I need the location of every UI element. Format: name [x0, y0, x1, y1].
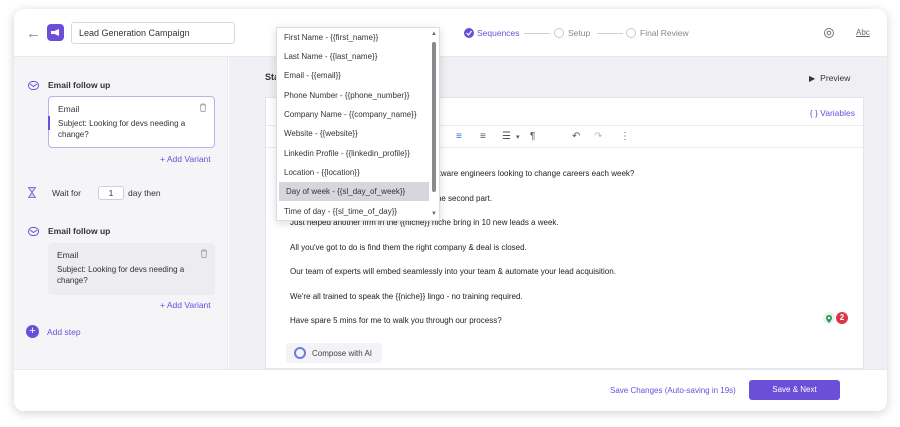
- compose-label: Compose with AI: [312, 349, 373, 358]
- variables-button[interactable]: { } Variables: [810, 108, 855, 118]
- app-window: ← Lead Generation Campaign Sequences Set…: [14, 9, 887, 411]
- dropdown-option[interactable]: Location - {{location}}: [277, 163, 429, 182]
- dropdown-option[interactable]: Linkedin Profile - {{linkedin_profile}}: [277, 144, 429, 163]
- step-setup[interactable]: Setup: [568, 28, 590, 38]
- step-divider: [524, 33, 550, 34]
- email-type-label: Email: [57, 250, 79, 260]
- dropdown-option[interactable]: Email - {{email}}: [277, 66, 429, 85]
- grammar-check-icon[interactable]: [823, 312, 835, 324]
- align-center-icon[interactable]: ≡: [480, 131, 486, 142]
- more-icon[interactable]: ⋮: [620, 131, 630, 142]
- align-left-icon[interactable]: ≡: [456, 131, 462, 142]
- active-indicator: [48, 116, 50, 130]
- step-title: Email follow up: [48, 80, 111, 90]
- add-step-label: Add step: [47, 327, 81, 337]
- body-line: All you've got to do is find them the ri…: [290, 243, 527, 252]
- dropdown-option[interactable]: First Name - {{first_name}}: [277, 28, 429, 47]
- dropdown-option[interactable]: Last Name - {{last_name}}: [277, 47, 429, 66]
- dropdown-scrollbar[interactable]: [432, 42, 436, 192]
- paragraph-icon[interactable]: ¶: [530, 131, 535, 142]
- compose-with-ai-button[interactable]: Compose with AI: [286, 343, 382, 363]
- email-step-icon: [28, 81, 39, 90]
- gear-icon[interactable]: [823, 26, 835, 44]
- step-final-review-icon: [626, 28, 636, 38]
- trash-icon[interactable]: [199, 103, 207, 114]
- top-bar: ← Lead Generation Campaign Sequences Set…: [14, 9, 887, 57]
- body-line: We're all trained to speak the {{niche}}…: [290, 292, 523, 301]
- dropdown-option[interactable]: Company Name - {{company_name}}: [277, 105, 429, 124]
- dropdown-option[interactable]: Time of day - {{sl_time_of_day}}: [277, 202, 429, 220]
- dropdown-option[interactable]: Website - {{website}}: [277, 124, 429, 143]
- email-subject: Subject: Looking for devs needing a chan…: [58, 119, 186, 139]
- step-done-icon: [464, 28, 474, 38]
- step-title: Email follow up: [48, 226, 111, 236]
- dropdown-option-selected[interactable]: Day of week - {{sl_day_of_week}}: [279, 182, 429, 201]
- trash-icon[interactable]: [200, 249, 208, 260]
- email-type-label: Email: [58, 104, 80, 114]
- wait-suffix: day then: [128, 188, 161, 198]
- step-final-review[interactable]: Final Review: [640, 28, 689, 38]
- chevron-down-icon[interactable]: ▾: [516, 133, 520, 141]
- hourglass-icon: [28, 187, 36, 198]
- step-sequences[interactable]: Sequences: [477, 28, 520, 38]
- app-logo-icon: [47, 24, 64, 41]
- back-arrow-icon[interactable]: ←: [26, 25, 41, 42]
- email-step-icon: [28, 227, 39, 236]
- plus-icon: +: [26, 325, 39, 338]
- email-variant-card[interactable]: Email Subject: Looking for devs needing …: [48, 243, 215, 295]
- add-variant-button[interactable]: + Add Variant: [160, 300, 211, 310]
- wait-days-input[interactable]: 1: [98, 186, 124, 200]
- undo-icon[interactable]: ↶: [572, 131, 580, 142]
- issues-count-badge[interactable]: 2: [836, 312, 848, 324]
- list-icon[interactable]: ☰: [502, 131, 511, 142]
- body-line: Have spare 5 mins for me to walk you thr…: [290, 316, 502, 325]
- redo-icon[interactable]: ↷: [594, 131, 602, 142]
- step-setup-icon: [554, 28, 564, 38]
- footer-bar: Save Changes (Auto-saving in 19s) Save &…: [14, 369, 887, 411]
- preview-label: Preview: [820, 73, 851, 83]
- body-line: Our team of experts will embed seamlessl…: [290, 267, 616, 276]
- font-style-button[interactable]: Abc: [856, 28, 870, 37]
- step-divider: [597, 33, 623, 34]
- wait-prefix: Wait for: [52, 188, 81, 198]
- add-variant-button[interactable]: + Add Variant: [160, 154, 211, 164]
- dropdown-option[interactable]: Phone Number - {{phone_number}}: [277, 86, 429, 105]
- play-icon: ▶: [809, 74, 816, 83]
- sequence-sidebar: Email follow up Email Subject: Looking f…: [14, 57, 228, 369]
- ai-icon: [294, 347, 306, 359]
- email-subject: Subject: Looking for devs needing a chan…: [57, 265, 185, 285]
- scroll-up-icon[interactable]: ▲: [431, 31, 437, 37]
- preview-button[interactable]: ▶ Preview: [809, 73, 850, 83]
- save-changes-button[interactable]: Save Changes (Auto-saving in 19s): [610, 386, 736, 395]
- campaign-name-input[interactable]: Lead Generation Campaign: [71, 22, 235, 44]
- body-line: software engineers looking to change car…: [428, 169, 635, 178]
- variables-dropdown: First Name - {{first_name}} Last Name - …: [276, 27, 440, 221]
- scroll-down-icon[interactable]: ▼: [431, 211, 437, 217]
- email-variant-card[interactable]: Email Subject: Looking for devs needing …: [48, 96, 215, 148]
- save-next-button[interactable]: Save & Next: [749, 380, 840, 400]
